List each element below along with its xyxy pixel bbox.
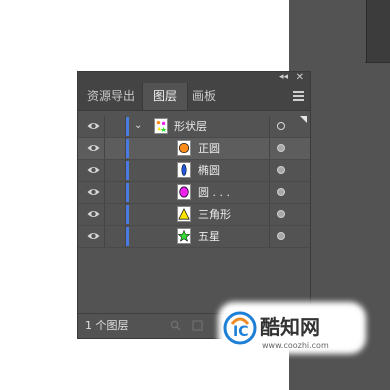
eye-visibility-icon[interactable] — [87, 209, 100, 219]
chevron-down-icon[interactable]: ⌄ — [134, 120, 142, 132]
collapse-panel-icon[interactable]: ◂◂ — [279, 72, 288, 83]
layers-list: ⌄ 形状层 正圆 椭圆 圆 . . . 三角形 五星 — [78, 116, 310, 248]
collect-export-icon[interactable] — [192, 320, 203, 331]
layer-color-bar — [126, 183, 129, 202]
object-target-icon[interactable] — [277, 188, 285, 196]
svg-text:IC: IC — [233, 324, 248, 340]
object-name[interactable]: 五星 — [198, 226, 220, 247]
object-name[interactable]: 三角形 — [198, 204, 231, 225]
star-thumbnail — [177, 228, 191, 244]
layer-target-icon[interactable] — [277, 122, 285, 130]
eye-visibility-icon[interactable] — [87, 143, 100, 153]
object-row[interactable]: 圆 . . . — [78, 182, 310, 204]
triangle-thumbnail — [177, 206, 191, 222]
layer-count-label: 1 个图层 — [85, 319, 129, 332]
tab-asset-export[interactable]: 资源导出 — [87, 83, 135, 110]
layer-color-bar — [126, 139, 129, 158]
eye-visibility-icon[interactable] — [87, 187, 100, 197]
panel-tabs: 资源导出 图层 画板 — [78, 83, 310, 111]
object-row[interactable]: 五星 — [78, 226, 310, 248]
object-target-icon[interactable] — [277, 166, 285, 174]
layer-thumbnail — [154, 118, 168, 134]
canvas-border — [365, 62, 390, 63]
object-row[interactable]: 正圆 — [78, 138, 310, 160]
layer-color-bar — [126, 161, 129, 180]
ellipse-thumbnail — [177, 162, 191, 178]
tab-layers[interactable]: 图层 — [142, 83, 188, 110]
search-icon[interactable] — [170, 320, 181, 331]
object-target-icon[interactable] — [277, 232, 285, 240]
eye-visibility-icon[interactable] — [87, 121, 100, 131]
watermark-url: www.coozhi.com — [262, 341, 329, 350]
watermark-brand: 酷知网 — [260, 315, 320, 339]
document-canvas-edge — [366, 0, 390, 62]
object-row[interactable]: 三角形 — [78, 204, 310, 226]
panel-title-bar[interactable]: ◂◂ ✕ — [78, 72, 310, 83]
layer-name[interactable]: 形状层 — [174, 116, 207, 137]
panel-menu-icon[interactable] — [293, 91, 304, 102]
coozhi-watermark-logo: IC 酷知网 www.coozhi.com — [218, 302, 366, 354]
layer-color-bar — [126, 227, 129, 246]
object-row[interactable]: 椭圆 — [78, 160, 310, 182]
layer-color-bar — [126, 205, 129, 224]
object-name[interactable]: 圆 . . . — [198, 182, 230, 203]
circle-thumbnail — [177, 184, 191, 200]
circle-thumbnail — [177, 140, 191, 156]
object-name[interactable]: 椭圆 — [198, 160, 220, 181]
object-name[interactable]: 正圆 — [198, 138, 220, 159]
eye-visibility-icon[interactable] — [87, 231, 100, 241]
object-target-icon[interactable] — [277, 210, 285, 218]
object-target-icon[interactable] — [277, 144, 285, 152]
layer-row[interactable]: ⌄ 形状层 — [78, 116, 310, 138]
close-panel-icon[interactable]: ✕ — [296, 72, 304, 83]
layer-color-bar — [126, 117, 129, 136]
eye-visibility-icon[interactable] — [87, 165, 100, 175]
tab-artboards[interactable]: 画板 — [192, 83, 216, 110]
